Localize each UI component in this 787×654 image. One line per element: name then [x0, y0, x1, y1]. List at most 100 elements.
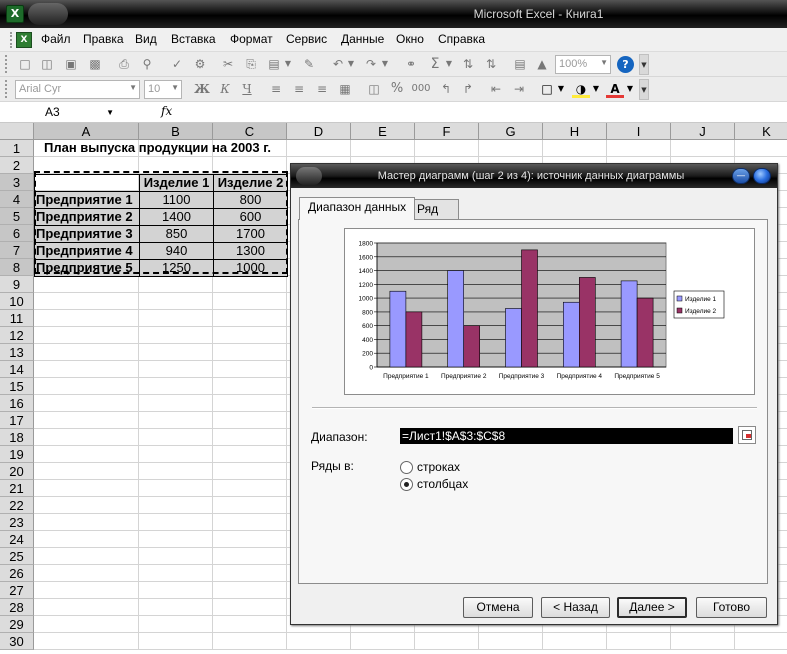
table-cell[interactable]: 800 [213, 191, 288, 209]
grid-cell[interactable] [213, 429, 287, 446]
hyperlink-icon[interactable]: ⚭ [402, 55, 420, 73]
column-header[interactable]: B [139, 123, 213, 140]
dialog-close-icon[interactable] [753, 168, 771, 184]
row-header[interactable]: 22 [0, 497, 34, 514]
grid-cell[interactable] [34, 565, 139, 582]
underline-button[interactable]: Ч [238, 80, 256, 98]
toolbar-options-icon[interactable]: ▼ [639, 79, 649, 100]
menu-grip[interactable] [10, 32, 13, 48]
grid-cell[interactable] [213, 497, 287, 514]
grid-cell[interactable] [213, 412, 287, 429]
open-icon[interactable]: ◫ [38, 55, 56, 73]
column-header[interactable]: I [607, 123, 671, 140]
decrease-indent-icon[interactable]: ⇤ [487, 80, 505, 98]
row-header[interactable]: 20 [0, 463, 34, 480]
table-row-label[interactable]: Предприятие 3 [34, 225, 140, 243]
chart-wizard-icon[interactable]: ▤ [511, 55, 529, 73]
grid-cell[interactable] [34, 344, 139, 361]
borders-dropdown-icon[interactable]: ▼ [556, 80, 566, 98]
toolbar-grip[interactable] [5, 55, 9, 73]
table-header-cell[interactable]: Изделие 2 [213, 174, 288, 192]
column-header[interactable]: K [735, 123, 787, 140]
grid-cell[interactable] [139, 327, 213, 344]
grid-cell[interactable] [139, 480, 213, 497]
table-cell[interactable]: 1100 [139, 191, 214, 209]
help-icon[interactable]: ? [617, 56, 634, 73]
table-row-label[interactable]: Предприятие 1 [34, 191, 140, 209]
table-row-label[interactable]: Предприятие 4 [34, 242, 140, 260]
back-button[interactable]: < Назад [541, 597, 610, 618]
grid-cell[interactable] [213, 599, 287, 616]
grid-cell[interactable] [34, 395, 139, 412]
row-header[interactable]: 5 [0, 208, 34, 225]
row-header[interactable]: 28 [0, 599, 34, 616]
row-header[interactable]: 12 [0, 327, 34, 344]
grid-cell[interactable] [139, 548, 213, 565]
menu-view[interactable]: Вид [135, 32, 157, 46]
table-cell[interactable]: 1400 [139, 208, 214, 226]
grid-cell[interactable] [139, 429, 213, 446]
toolbar-options-icon[interactable]: ▼ [639, 54, 649, 75]
row-header[interactable]: 1 [0, 140, 34, 157]
grid-cell[interactable] [213, 463, 287, 480]
grid-cell[interactable] [139, 633, 213, 650]
row-header[interactable]: 8 [0, 259, 34, 276]
workbook-icon[interactable]: X [16, 32, 32, 48]
table-cell[interactable]: 850 [139, 225, 214, 243]
grid-cell[interactable] [34, 361, 139, 378]
grid-cell[interactable] [671, 633, 735, 650]
radio-columns[interactable] [400, 478, 413, 491]
finish-button[interactable]: Готово [696, 597, 767, 618]
grid-cell[interactable] [287, 633, 351, 650]
row-header[interactable]: 17 [0, 412, 34, 429]
menu-format[interactable]: Формат [230, 32, 273, 46]
radio-rows[interactable] [400, 461, 413, 474]
row-header[interactable]: 2 [0, 157, 34, 174]
table-header-cell[interactable]: Изделие 1 [139, 174, 214, 192]
grid-cell[interactable] [213, 378, 287, 395]
grid-cell[interactable] [139, 582, 213, 599]
grid-cell[interactable] [139, 344, 213, 361]
row-header[interactable]: 27 [0, 582, 34, 599]
grid-cell[interactable] [213, 480, 287, 497]
range-input[interactable]: =Лист1!$A$3:$C$8 [400, 428, 733, 444]
grid-cell[interactable] [34, 446, 139, 463]
grid-cell[interactable] [735, 140, 787, 157]
increase-decimal-icon[interactable]: ↰ [437, 80, 455, 98]
column-header[interactable]: G [479, 123, 543, 140]
grid-cell[interactable] [139, 531, 213, 548]
print-preview-icon[interactable]: ⚲ [138, 55, 156, 73]
table-cell[interactable]: 1300 [213, 242, 288, 260]
font-size-combo[interactable]: 10 ▼ [144, 80, 182, 99]
row-header[interactable]: 6 [0, 225, 34, 242]
paste-icon[interactable]: ▤ [265, 55, 283, 73]
grid-cell[interactable] [479, 633, 543, 650]
fill-color-dropdown-icon[interactable]: ▼ [591, 80, 601, 98]
row-header[interactable]: 23 [0, 514, 34, 531]
grid-cell[interactable] [213, 565, 287, 582]
grid-cell[interactable] [34, 616, 139, 633]
sheet-title-cell[interactable]: План выпуска продукции на 2003 г. [44, 140, 284, 157]
percent-button[interactable]: % [388, 80, 406, 98]
column-header[interactable]: H [543, 123, 607, 140]
table-cell[interactable]: 1700 [213, 225, 288, 243]
row-header[interactable]: 26 [0, 565, 34, 582]
currency-icon[interactable]: ◫ [365, 80, 383, 98]
grid-cell[interactable] [213, 327, 287, 344]
column-header[interactable]: E [351, 123, 415, 140]
row-header[interactable]: 15 [0, 378, 34, 395]
menu-help[interactable]: Справка [438, 32, 485, 46]
table-row-label[interactable]: Предприятие 5 [34, 259, 140, 277]
grid-cell[interactable] [213, 446, 287, 463]
grid-cell[interactable] [213, 395, 287, 412]
align-right-icon[interactable]: ≡ [313, 80, 331, 98]
grid-cell[interactable] [213, 310, 287, 327]
font-color-dropdown-icon[interactable]: ▼ [625, 80, 635, 98]
save-icon[interactable]: ▣ [62, 55, 80, 73]
grid-cell[interactable] [139, 157, 213, 174]
grid-cell[interactable] [543, 633, 607, 650]
range-collapse-button[interactable] [738, 426, 756, 444]
font-color-icon[interactable]: A [606, 80, 624, 98]
column-header[interactable]: D [287, 123, 351, 140]
grid-cell[interactable] [543, 140, 607, 157]
